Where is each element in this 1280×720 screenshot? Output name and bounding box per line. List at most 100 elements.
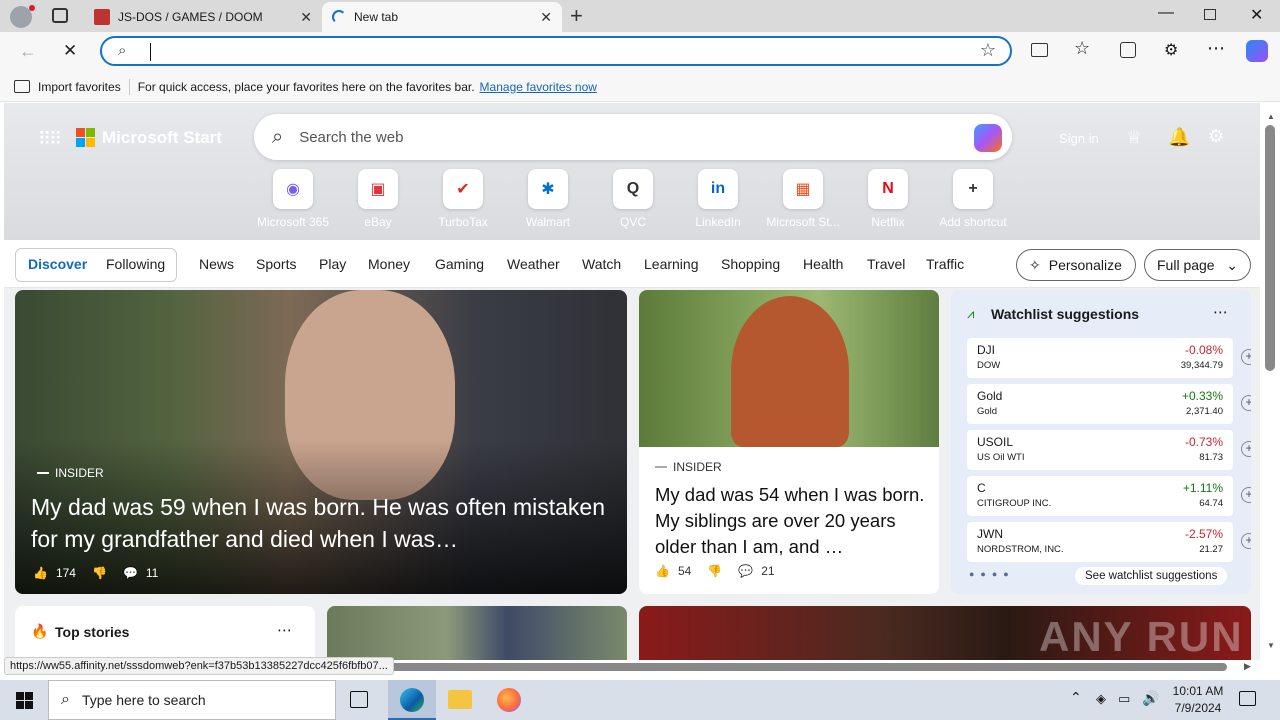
apps-launcher-icon[interactable]: ⠿⠿ — [38, 129, 62, 150]
shortcut-linkedin[interactable]: in LinkedIn — [678, 169, 758, 229]
minimize-button[interactable]: — — [1158, 4, 1174, 22]
windows-taskbar: ⌕ Type here to search ⌃ ◈ ▭ 🔊 10:01 AM 7… — [0, 680, 1280, 720]
clock-date[interactable]: 7/9/2024 — [1170, 701, 1226, 715]
see-watchlist-button[interactable]: See watchlist suggestions — [1075, 567, 1228, 585]
watchlist-row[interactable]: Gold Gold +0.33% 2,371.40 + — [967, 384, 1251, 424]
add-to-watchlist-button[interactable]: + — [1241, 441, 1251, 457]
back-button[interactable]: ← — [19, 41, 37, 62]
new-tab-button[interactable]: + — [570, 3, 583, 29]
add-to-watchlist-button[interactable]: + — [1241, 533, 1251, 549]
more-options-icon[interactable]: ⋯ — [277, 621, 292, 639]
more-menu-icon[interactable]: ⋯ — [1207, 38, 1225, 59]
dislike-icon[interactable]: 👎 — [707, 564, 722, 578]
tab-new-tab[interactable]: New tab ✕ — [322, 2, 562, 32]
address-bar[interactable]: ⌕ ☆ — [100, 36, 1012, 66]
comment-icon[interactable]: 💬 — [123, 566, 138, 580]
story-headline[interactable]: My dad was 59 when I was born. He was of… — [31, 491, 611, 555]
shortcut-microsoft-st[interactable]: ▦ Microsoft St... — [763, 169, 843, 229]
stop-loading-button[interactable]: ✕ — [63, 41, 77, 61]
volume-tray-icon[interactable]: 🔊 — [1142, 690, 1159, 707]
layout-dropdown[interactable]: Full page ⌄ — [1144, 249, 1251, 281]
dislike-icon[interactable]: 👎 — [92, 566, 107, 580]
tab-actions-icon[interactable] — [52, 8, 68, 23]
manage-favorites-link[interactable]: Manage favorites now — [480, 80, 597, 94]
shortcut-add-shortcut[interactable]: + Add shortcut — [933, 169, 1013, 229]
clock-time[interactable]: 10:01 AM — [1170, 684, 1226, 698]
tab-following[interactable]: Following — [106, 256, 165, 272]
web-search-box[interactable]: ⌕ Search the web — [254, 114, 1012, 160]
more-options-icon[interactable]: ⋯ — [1213, 303, 1228, 321]
watchlist-row[interactable]: C CITIGROUP INC. +1.11% 64.74 + — [967, 476, 1251, 516]
hero-story-card[interactable]: INSIDER My dad was 59 when I was born. H… — [15, 290, 627, 594]
task-view-icon[interactable] — [350, 691, 368, 708]
shortcut-walmart[interactable]: ✱ Walmart — [508, 169, 588, 229]
settings-icon[interactable]: ⚙ — [1208, 126, 1224, 147]
favorite-star-icon[interactable]: ☆ — [980, 40, 996, 61]
nav-sports[interactable]: Sports — [256, 256, 296, 272]
watchlist-card: ⩘ Watchlist suggestions ⋯ DJI DOW -0.08% 39… — [951, 290, 1251, 594]
copilot-icon[interactable] — [974, 124, 1002, 152]
nav-travel[interactable]: Travel — [867, 256, 905, 272]
personalize-button[interactable]: ✧ Personalize — [1016, 249, 1136, 281]
scrollbar-thumb[interactable] — [1265, 125, 1275, 371]
close-window-button[interactable]: ✕ — [1250, 5, 1263, 25]
tray-chevron-icon[interactable]: ⌃ — [1070, 689, 1082, 706]
sign-in-button[interactable]: Sign in — [1059, 131, 1099, 146]
file-explorer-icon[interactable] — [448, 690, 472, 709]
split-screen-icon[interactable] — [1031, 43, 1048, 57]
collections-icon[interactable] — [1120, 42, 1136, 58]
notifications-icon[interactable]: 🔔 — [1168, 127, 1190, 148]
watchlist-row[interactable]: USOIL US Oil WTI -0.73% 81.73 + — [967, 430, 1251, 470]
nav-money[interactable]: Money — [368, 256, 410, 272]
rewards-icon[interactable]: ♕ — [1126, 127, 1142, 148]
nav-gaming[interactable]: Gaming — [435, 256, 484, 272]
security-tray-icon[interactable]: ◈ — [1096, 691, 1106, 707]
story-headline[interactable]: My dad was 54 when I was born. My siblin… — [655, 482, 927, 560]
shortcut-microsoft-365[interactable]: ◉ Microsoft 365 — [253, 169, 333, 229]
shortcut-netflix[interactable]: N Netflix — [848, 169, 928, 229]
comment-icon[interactable]: 💬 — [738, 564, 753, 578]
close-tab-icon[interactable]: ✕ — [300, 9, 312, 26]
like-icon[interactable]: 👍 — [33, 566, 48, 580]
watchlist-row[interactable]: DJI DOW -0.08% 39,344.79 + — [967, 338, 1251, 378]
extensions-icon[interactable]: ⚙ — [1164, 40, 1178, 60]
add-to-watchlist-button[interactable]: + — [1241, 487, 1251, 503]
nav-learning[interactable]: Learning — [644, 256, 699, 272]
nav-weather[interactable]: Weather — [507, 256, 560, 272]
shortcut-ebay[interactable]: ▣ eBay — [338, 169, 418, 229]
like-icon[interactable]: 👍 — [655, 564, 670, 578]
nav-traffic[interactable]: Traffic — [926, 256, 964, 272]
story-card[interactable] — [327, 606, 627, 660]
shortcut-qvc[interactable]: Q QVC — [593, 169, 673, 229]
symbol: Gold — [977, 389, 1003, 403]
taskbar-search-box[interactable]: ⌕ Type here to search — [48, 680, 336, 720]
nav-news[interactable]: News — [199, 256, 234, 272]
windows-start-icon[interactable] — [16, 692, 33, 709]
restore-button[interactable] — [1204, 9, 1216, 20]
nav-play[interactable]: Play — [319, 256, 346, 272]
action-center-icon[interactable] — [1239, 691, 1256, 706]
tab-jsdos[interactable]: JS-DOS / GAMES / DOOM ✕ — [84, 2, 322, 32]
nav-shopping[interactable]: Shopping — [721, 256, 780, 272]
favorites-icon[interactable]: ☆ — [1074, 38, 1090, 59]
address-input[interactable] — [150, 43, 151, 61]
nav-health[interactable]: Health — [803, 256, 843, 272]
network-tray-icon[interactable]: ▭ — [1118, 691, 1130, 707]
add-to-watchlist-button[interactable]: + — [1241, 395, 1251, 411]
vertical-scrollbar[interactable]: ▲ ▼ — [1261, 103, 1280, 660]
add-to-watchlist-button[interactable]: + — [1241, 349, 1251, 365]
nav-watch[interactable]: Watch — [582, 256, 621, 272]
story-card[interactable]: INSIDER My dad was 54 when I was born. M… — [639, 290, 939, 594]
copilot-icon[interactable] — [1246, 40, 1268, 62]
close-tab-icon[interactable]: ✕ — [540, 9, 552, 26]
tab-discover[interactable]: Discover — [28, 256, 87, 272]
brand-title[interactable]: Microsoft Start — [102, 128, 222, 148]
search-input[interactable]: Search the web — [299, 129, 403, 146]
shortcut-turbotax[interactable]: ✔ TurboTax — [423, 169, 503, 229]
firefox-icon[interactable] — [497, 688, 521, 712]
import-favorites-button[interactable]: Import favorites — [38, 80, 121, 94]
edge-taskbar-icon[interactable] — [388, 680, 436, 720]
watchlist-row[interactable]: JWN NORDSTROM, INC. -2.57% 21.27 + — [967, 522, 1251, 562]
shortcut-icon: in — [698, 169, 738, 209]
taskbar-search-input[interactable]: Type here to search — [82, 692, 206, 708]
